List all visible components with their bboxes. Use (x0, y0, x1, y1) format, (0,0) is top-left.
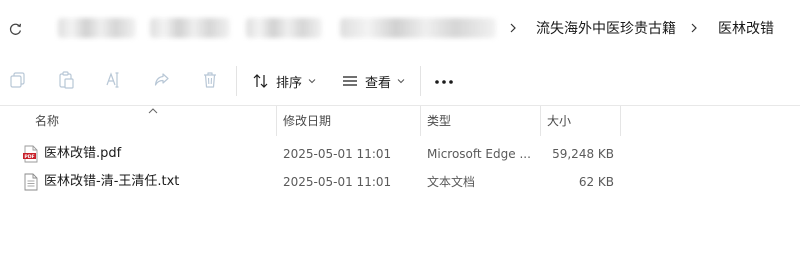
column-header-type[interactable]: 类型 (420, 106, 540, 136)
view-label: 查看 (365, 75, 392, 91)
column-header-date[interactable]: 修改日期 (276, 106, 420, 136)
pdf-badge-text: PDF (24, 154, 34, 160)
pdf-file-icon: PDF (23, 145, 38, 163)
file-date: 2025-05-01 11:01 (283, 147, 392, 161)
chevron-right-icon[interactable] (689, 20, 699, 36)
column-divider[interactable] (620, 106, 621, 136)
file-row[interactable]: PDF 医林改错.pdf 2025-05-01 11:01 Microsoft … (16, 141, 800, 167)
chevron-down-icon (308, 79, 316, 84)
chevron-right-icon[interactable] (508, 20, 518, 36)
chevron-down-icon (397, 79, 405, 84)
address-bar[interactable]: 流失海外中医珍贵古籍 医林改错 (0, 0, 800, 56)
file-name[interactable]: 医林改错-清-王清任.txt (44, 169, 179, 195)
redacted-path-segment (58, 18, 136, 38)
file-name[interactable]: 医林改错.pdf (44, 141, 121, 167)
sort-button[interactable]: 排序 (252, 68, 316, 94)
breadcrumb-item[interactable]: 流失海外中医珍贵古籍 (536, 19, 676, 39)
file-size: 59,248 KB (552, 147, 614, 161)
command-bar: 排序 查看 (0, 56, 800, 106)
redacted-path-segment (150, 18, 230, 38)
file-type: Microsoft Edge ... (427, 147, 531, 161)
file-type: 文本文档 (427, 175, 476, 189)
toolbar-divider (420, 66, 421, 96)
view-button[interactable]: 查看 (341, 68, 405, 94)
sort-label: 排序 (276, 75, 303, 91)
text-file-icon (24, 173, 38, 191)
redacted-path-segment (340, 18, 496, 38)
rename-icon[interactable] (104, 70, 124, 90)
share-icon[interactable] (152, 70, 172, 90)
delete-icon[interactable] (200, 70, 220, 90)
toolbar-divider (236, 66, 237, 96)
breadcrumb-item-current[interactable]: 医林改错 (718, 19, 774, 39)
copy-icon[interactable] (8, 70, 28, 90)
file-size: 62 KB (578, 175, 614, 189)
sort-icon (253, 74, 268, 88)
more-options-icon[interactable] (434, 79, 454, 85)
file-row[interactable]: 医林改错-清-王清任.txt 2025-05-01 11:01 文本文档 62 … (16, 169, 800, 195)
column-header-size[interactable]: 大小 (540, 106, 620, 136)
file-date: 2025-05-01 11:01 (283, 175, 392, 189)
redacted-path-segment (246, 18, 322, 38)
refresh-icon[interactable] (9, 22, 22, 36)
column-header-row: 名称 修改日期 类型 大小 (0, 106, 800, 136)
column-header-name[interactable]: 名称 (28, 106, 276, 136)
view-icon (343, 76, 357, 86)
paste-icon[interactable] (56, 70, 76, 90)
